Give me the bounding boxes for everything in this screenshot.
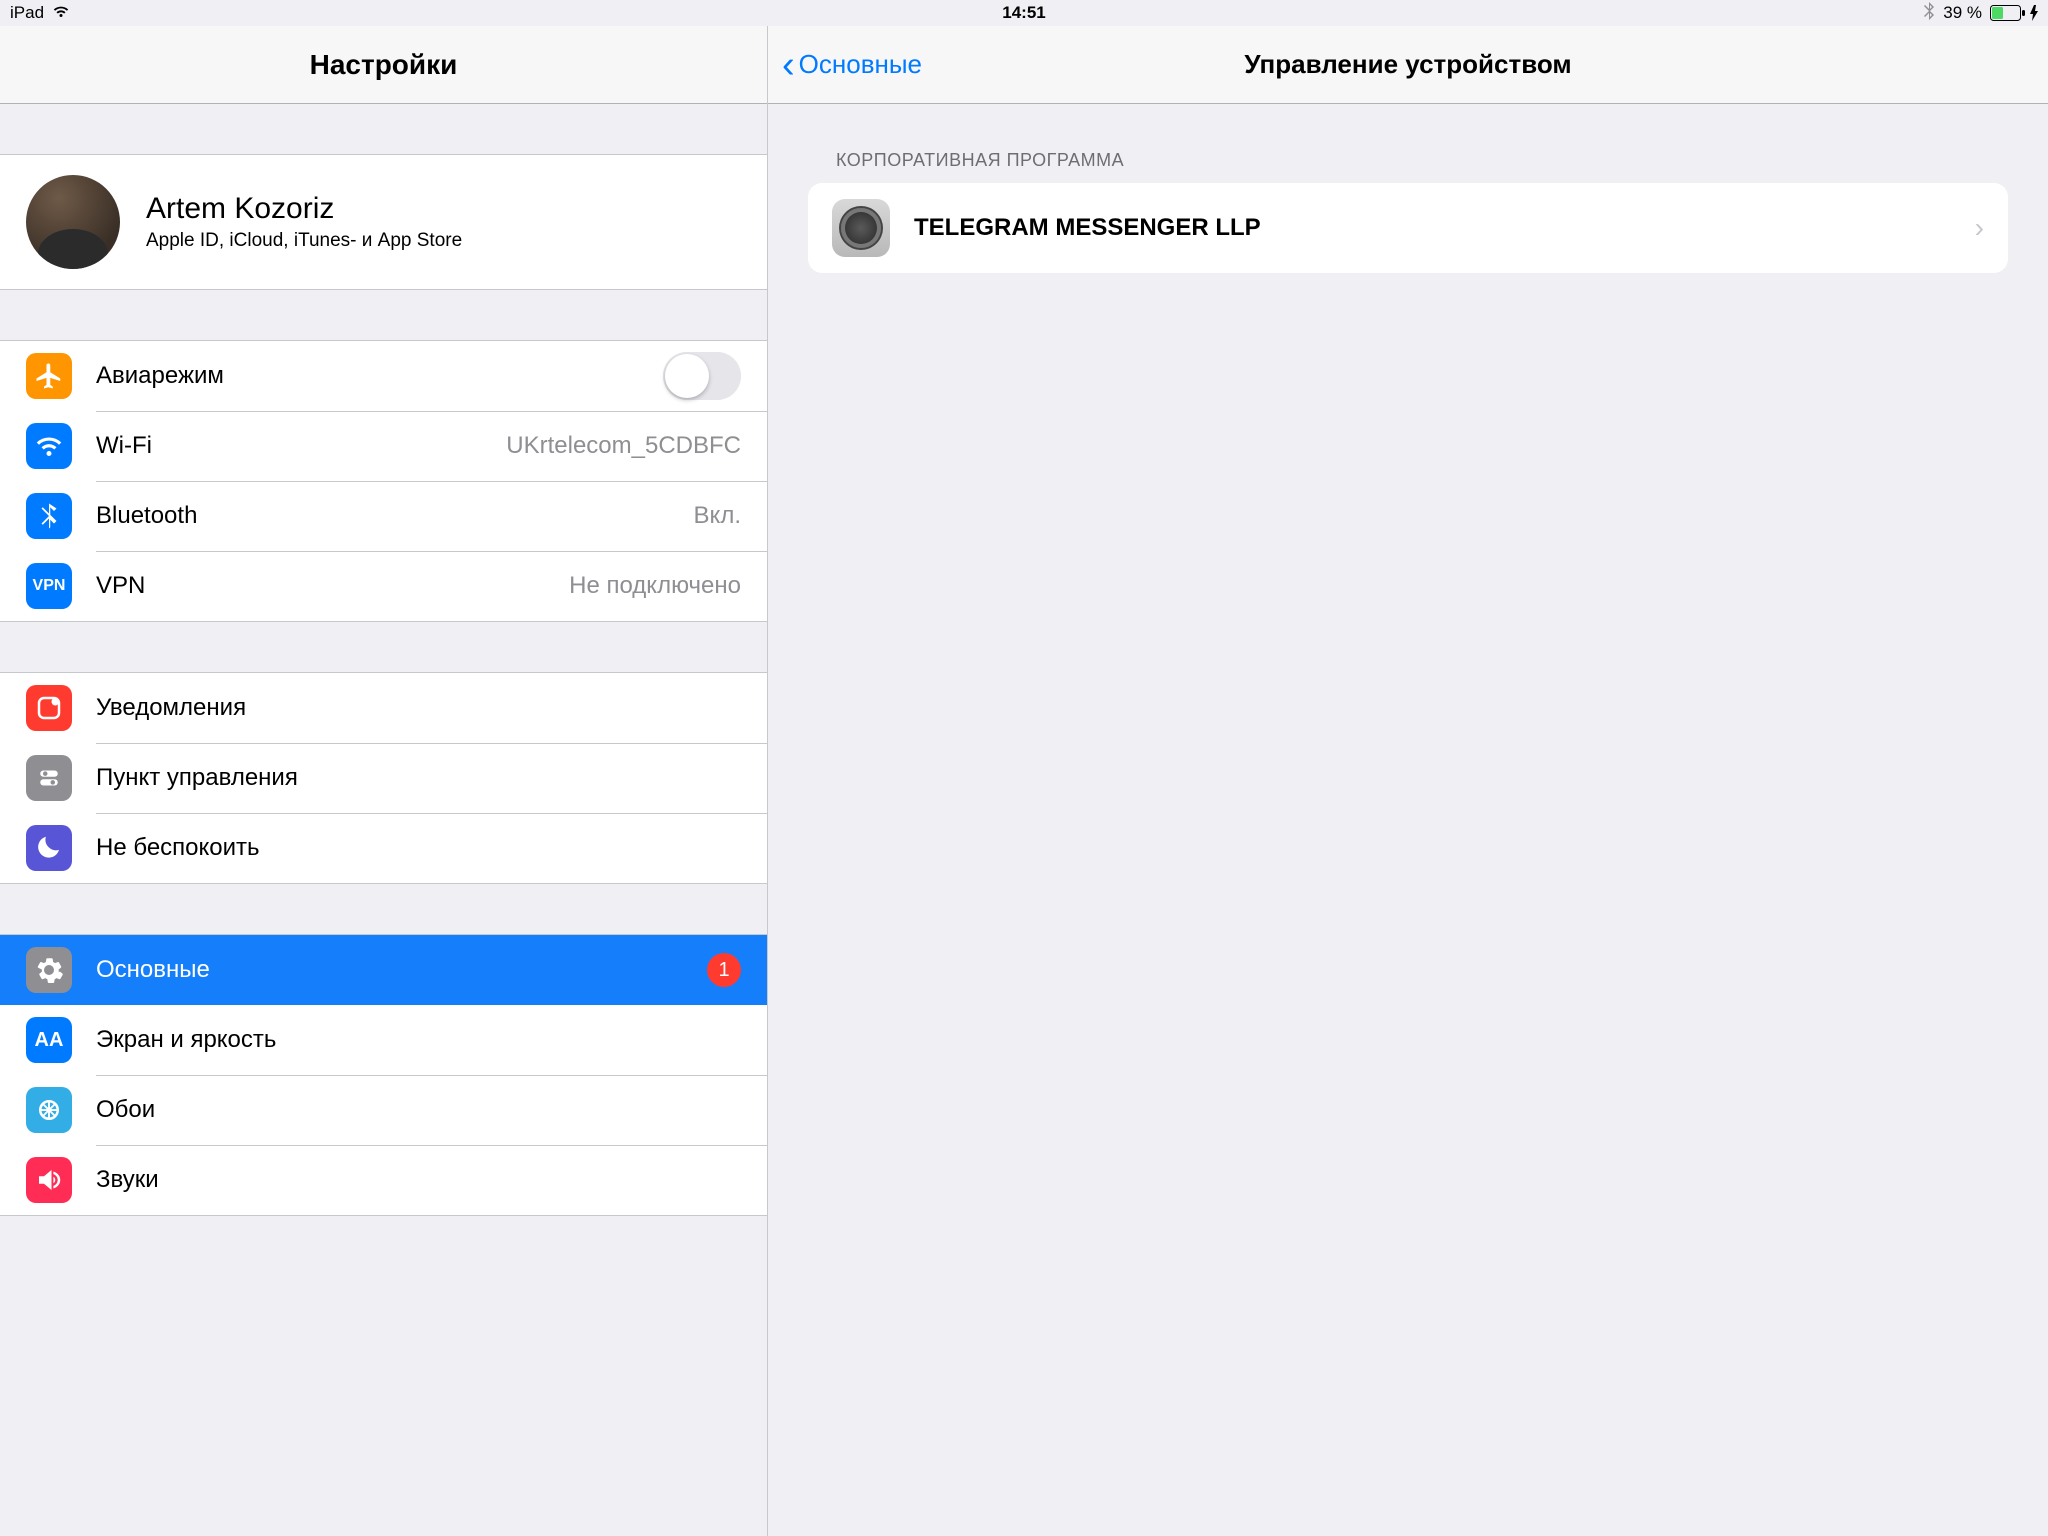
- sidebar-header: Настройки: [0, 26, 767, 104]
- chevron-right-icon: ›: [1975, 212, 1984, 244]
- profile-app-icon: [832, 199, 890, 257]
- bluetooth-value: Вкл.: [694, 502, 741, 530]
- sidebar-item-wallpaper[interactable]: Обои: [0, 1075, 767, 1145]
- vpn-label: VPN: [96, 572, 569, 600]
- bluetooth-icon: [26, 493, 72, 539]
- control-center-label: Пункт управления: [96, 764, 741, 792]
- wallpaper-label: Обои: [96, 1096, 741, 1124]
- notifications-icon: [26, 685, 72, 731]
- airplane-switch[interactable]: [663, 352, 741, 400]
- sidebar-item-vpn[interactable]: VPN VPN Не подключено: [0, 551, 767, 621]
- detail-title: Управление устройством: [1244, 49, 1571, 80]
- sounds-icon: [26, 1157, 72, 1203]
- vpn-value: Не подключено: [569, 572, 741, 600]
- sounds-label: Звуки: [96, 1166, 741, 1194]
- general-label: Основные: [96, 956, 707, 984]
- wifi-status-icon: [52, 3, 70, 23]
- display-label: Экран и яркость: [96, 1026, 741, 1054]
- profile-row[interactable]: TELEGRAM MESSENGER LLP ›: [808, 183, 2008, 273]
- sidebar-item-dnd[interactable]: Не беспокоить: [0, 813, 767, 883]
- wifi-label: Wi-Fi: [96, 432, 506, 460]
- detail-pane: ‹ Основные Управление устройством Корпор…: [768, 26, 2048, 1536]
- sidebar-item-control-center[interactable]: Пункт управления: [0, 743, 767, 813]
- status-bar: iPad 14:51 39 %: [0, 0, 2048, 26]
- sidebar-item-wifi[interactable]: Wi-Fi UKrtelecom_5CDBFC: [0, 411, 767, 481]
- airplane-icon: [26, 353, 72, 399]
- back-label: Основные: [799, 49, 922, 80]
- battery-pct: 39 %: [1943, 3, 1982, 23]
- sidebar-item-display[interactable]: AA Экран и яркость: [0, 1005, 767, 1075]
- sidebar-item-airplane[interactable]: Авиарежим: [0, 341, 767, 411]
- battery-icon: [1990, 5, 2038, 21]
- sidebar-item-sounds[interactable]: Звуки: [0, 1145, 767, 1215]
- display-icon: AA: [26, 1017, 72, 1063]
- sidebar-title: Настройки: [310, 49, 458, 81]
- general-badge: 1: [707, 953, 741, 987]
- control-center-icon: [26, 755, 72, 801]
- section-header: Корпоративная программа: [836, 150, 2008, 171]
- profile-name: TELEGRAM MESSENGER LLP: [914, 214, 1951, 242]
- account-subtitle: Apple ID, iCloud, iTunes- и App Store: [146, 230, 462, 252]
- sidebar-item-bluetooth[interactable]: Bluetooth Вкл.: [0, 481, 767, 551]
- wallpaper-icon: [26, 1087, 72, 1133]
- avatar: [26, 175, 120, 269]
- bluetooth-status-icon: [1923, 2, 1935, 25]
- sidebar-item-general[interactable]: Основные 1: [0, 935, 767, 1005]
- detail-header: ‹ Основные Управление устройством: [768, 26, 2048, 104]
- dnd-icon: [26, 825, 72, 871]
- sidebar-item-notifications[interactable]: Уведомления: [0, 673, 767, 743]
- back-button[interactable]: ‹ Основные: [782, 26, 922, 103]
- vpn-icon: VPN: [26, 563, 72, 609]
- apple-id-cell[interactable]: Artem Kozoriz Apple ID, iCloud, iTunes- …: [0, 154, 767, 290]
- clock: 14:51: [1002, 3, 1045, 23]
- settings-sidebar: Настройки Artem Kozoriz Apple ID, iCloud…: [0, 26, 768, 1536]
- airplane-label: Авиарежим: [96, 362, 663, 390]
- bluetooth-label: Bluetooth: [96, 502, 694, 530]
- chevron-left-icon: ‹: [782, 46, 795, 84]
- general-icon: [26, 947, 72, 993]
- device-label: iPad: [10, 3, 44, 23]
- wifi-icon: [26, 423, 72, 469]
- wifi-value: UKrtelecom_5CDBFC: [506, 432, 741, 460]
- dnd-label: Не беспокоить: [96, 834, 741, 862]
- notifications-label: Уведомления: [96, 694, 741, 722]
- account-name: Artem Kozoriz: [146, 192, 462, 226]
